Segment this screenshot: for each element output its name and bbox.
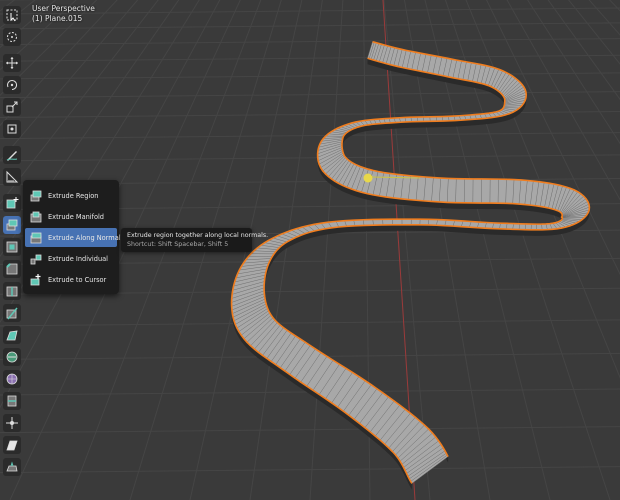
menu-item-label: Extrude Region [48, 191, 99, 200]
tool-shear-button[interactable] [3, 436, 21, 454]
tooltip-shortcut: Shortcut: Shift Spacebar, Shift 5 [127, 241, 229, 248]
menu-item-extrude-manifold[interactable]: Extrude Manifold [25, 207, 117, 226]
tool-shelf [2, 4, 22, 478]
extrude-flyout-menu: Extrude Region Extrude Manifold Extrude … [23, 180, 124, 294]
tool-inset-faces-button[interactable] [3, 238, 21, 256]
rotate-icon [7, 80, 18, 91]
tool-bevel-button[interactable] [3, 260, 21, 278]
inset-faces-icon [6, 241, 18, 253]
tool-cursor-button[interactable] [3, 28, 21, 46]
extrude-region-icon [6, 219, 18, 231]
move-icon [6, 57, 18, 69]
cursor-3d-icon[interactable] [363, 173, 373, 183]
annotate-icon [6, 151, 18, 161]
tool-edge-slide-button[interactable] [3, 392, 21, 410]
loop-cut-icon [6, 286, 18, 297]
tool-loop-cut-button[interactable] [3, 282, 21, 300]
extrude-region-icon [30, 190, 42, 201]
tool-move-button[interactable] [3, 54, 21, 72]
scale-icon [6, 101, 18, 113]
tool-rotate-button[interactable] [3, 76, 21, 94]
extrude-manifold-icon [30, 211, 42, 222]
tool-extrude-region-button[interactable] [3, 216, 21, 234]
tool-add-cube-button[interactable] [3, 194, 21, 212]
tooltip-description: Extrude region together along local norm… [127, 232, 269, 239]
rip-region-icon [6, 461, 18, 472]
select-box-icon [6, 9, 18, 22]
menu-item-extrude-along-normals[interactable]: Extrude Along Normals [25, 228, 124, 247]
knife-icon [6, 307, 18, 320]
ribbon-top-face [231, 41, 590, 484]
tool-shrink-fatten-button[interactable] [3, 414, 21, 432]
menu-item-extrude-region[interactable]: Extrude Region [25, 186, 117, 205]
extrude-normals-icon [30, 232, 42, 243]
transform-icon [7, 124, 17, 134]
tooltip: Extrude region together along local norm… [121, 228, 269, 252]
menu-item-label: Extrude Individual [48, 254, 108, 263]
menu-item-label: Extrude to Cursor [48, 275, 107, 284]
tool-scale-button[interactable] [3, 98, 21, 116]
extrude-cursor-icon [30, 273, 41, 285]
menu-item-label: Extrude Manifold [48, 212, 104, 221]
bevel-icon [6, 263, 18, 275]
measure-icon [6, 170, 19, 183]
tool-knife-button[interactable] [3, 304, 21, 322]
tool-select-box-button[interactable] [3, 6, 21, 24]
shrink-fatten-icon [6, 417, 18, 429]
spin-icon [6, 351, 18, 363]
cursor-icon [7, 32, 17, 42]
smooth-icon [6, 373, 18, 385]
object-label: (1) Plane.015 [32, 14, 83, 23]
shear-icon [6, 440, 18, 451]
tool-rip-region-button[interactable] [3, 458, 21, 476]
tool-poly-build-button[interactable] [3, 326, 21, 344]
menu-item-extrude-individual[interactable]: Extrude Individual [25, 249, 117, 268]
ribbon-side [264, 41, 590, 463]
menu-item-label: Extrude Along Normals [48, 233, 125, 242]
extrude-individual-icon [30, 254, 42, 264]
tool-spin-button[interactable] [3, 348, 21, 366]
tool-smooth-button[interactable] [3, 370, 21, 388]
menu-item-extrude-to-cursor[interactable]: Extrude to Cursor [25, 270, 117, 289]
edge-slide-icon [7, 395, 17, 407]
tool-annotate-button[interactable] [3, 146, 21, 164]
poly-build-icon [6, 330, 18, 341]
ribbon-mesh[interactable] [230, 40, 591, 490]
tool-measure-button[interactable] [3, 168, 21, 186]
add-cube-icon [6, 197, 19, 209]
perspective-label: User Perspective [32, 4, 95, 13]
tool-transform-button[interactable] [3, 120, 21, 138]
